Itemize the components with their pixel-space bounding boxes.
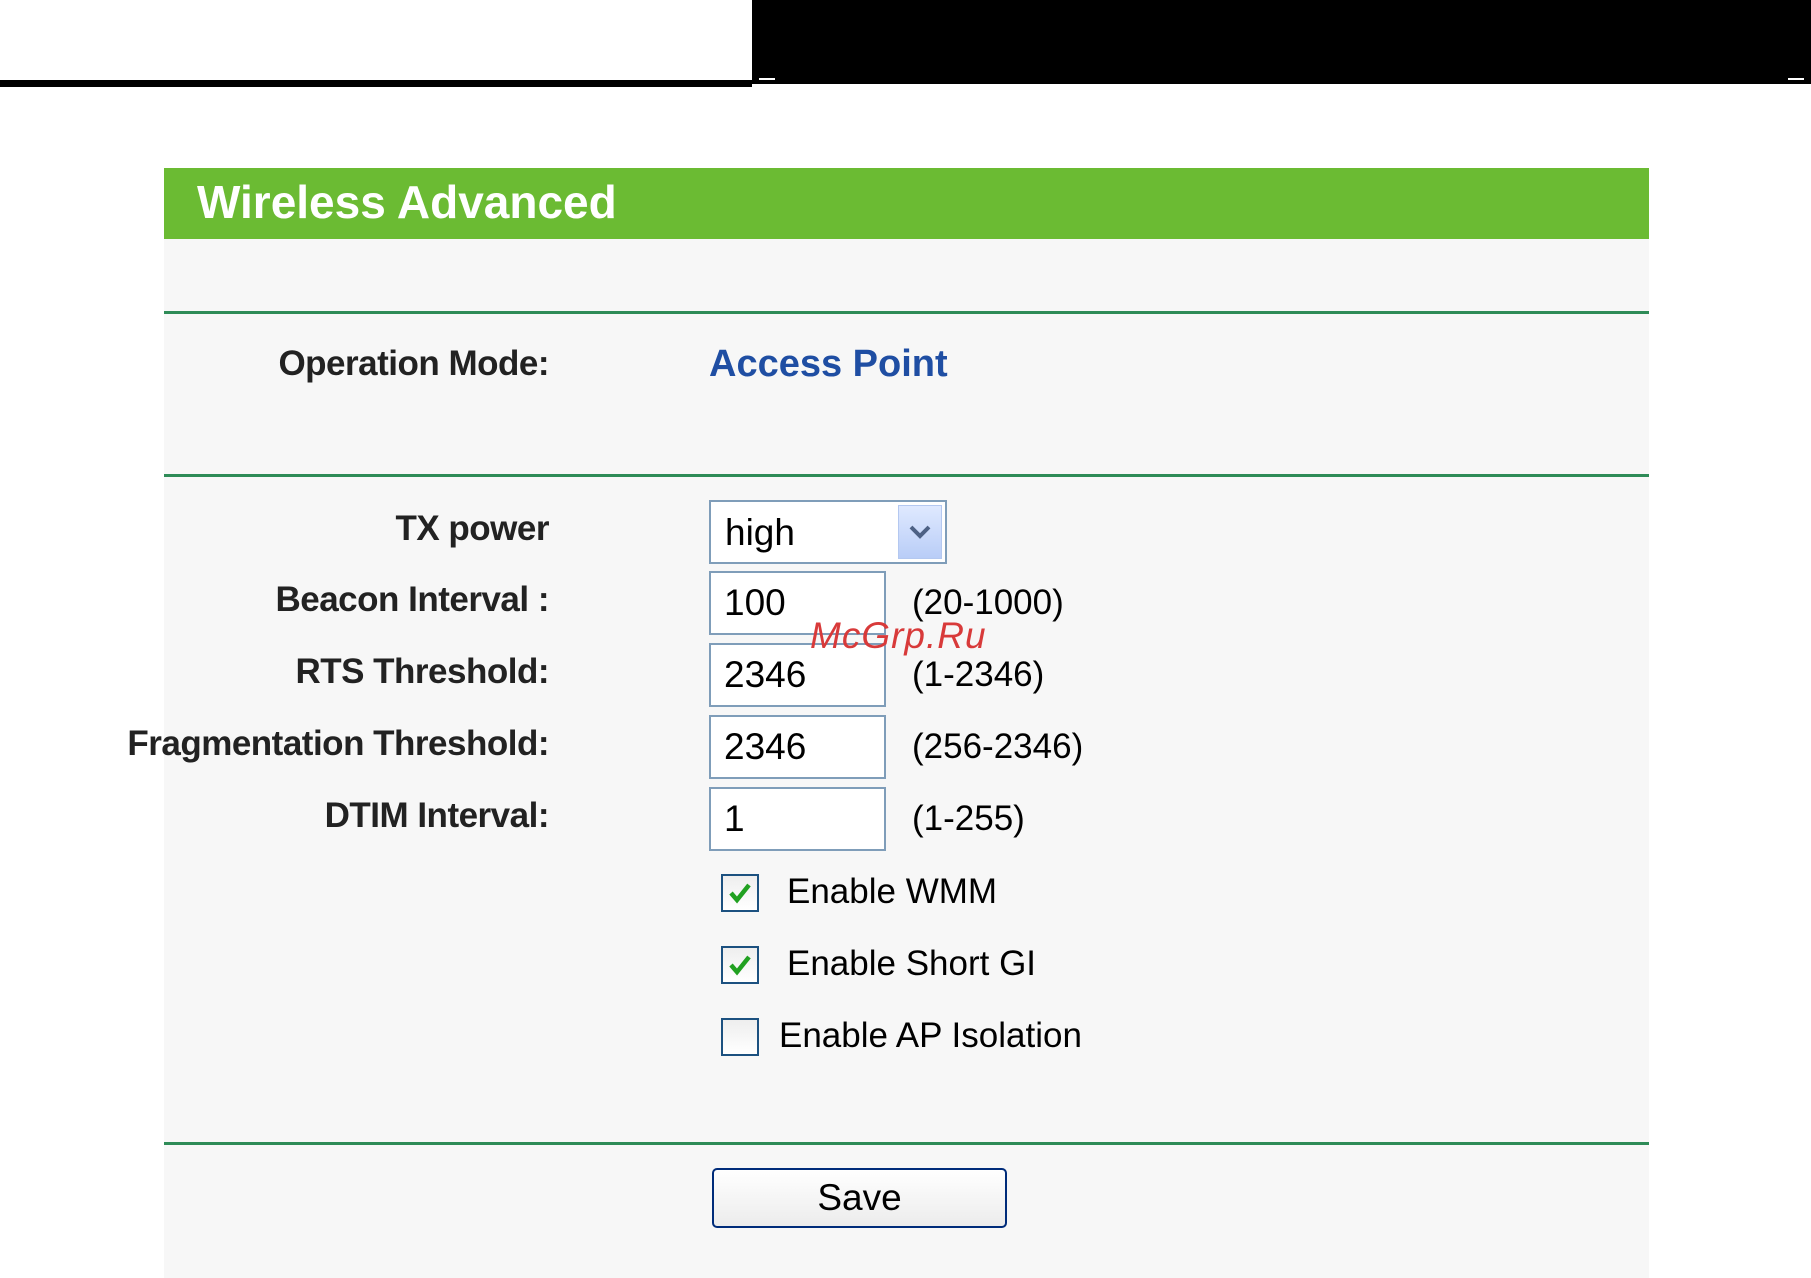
rts-threshold-range: (1-2346) — [912, 655, 1045, 694]
divider-middle — [164, 474, 1649, 477]
chevron-down-icon — [909, 525, 931, 539]
dtim-interval-input[interactable]: 1 — [709, 787, 886, 851]
page-title: Wireless Advanced — [164, 168, 1649, 239]
tx-power-select[interactable]: high — [709, 500, 947, 564]
enable-ap-isolation-checkbox[interactable] — [721, 1018, 759, 1056]
top-tick-left — [759, 78, 775, 80]
settings-panel: Wireless Advanced Operation Mode: Access… — [127, 168, 1649, 1278]
fragmentation-threshold-label: Fragmentation Threshold: — [127, 724, 549, 763]
top-black-bar — [752, 0, 1811, 84]
dtim-interval-label: DTIM Interval: — [324, 796, 550, 835]
watermark: McGrp.Ru — [810, 615, 987, 656]
checkmark-icon — [729, 883, 751, 904]
dtim-interval-range: (1-255) — [912, 799, 1025, 838]
operation-mode-label: Operation Mode: — [278, 344, 549, 383]
dropdown-button[interactable] — [898, 505, 942, 559]
beacon-interval-label: Beacon Interval : — [275, 580, 549, 619]
enable-short-gi-label[interactable]: Enable Short GI — [787, 944, 1036, 984]
enable-short-gi-checkbox[interactable] — [721, 946, 759, 984]
operation-mode-value: Access Point — [709, 343, 948, 385]
enable-wmm-checkbox[interactable] — [721, 874, 759, 912]
checkmark-icon — [729, 955, 751, 976]
save-button[interactable]: Save — [712, 1168, 1007, 1228]
fragmentation-threshold-range: (256-2346) — [912, 727, 1084, 766]
enable-ap-isolation-label[interactable]: Enable AP Isolation — [779, 1016, 1082, 1056]
tx-power-selected-value: high — [725, 512, 795, 553]
divider-bottom — [164, 1142, 1649, 1145]
top-rule — [0, 80, 752, 87]
enable-wmm-label[interactable]: Enable WMM — [787, 872, 997, 912]
rts-threshold-label: RTS Threshold: — [295, 652, 549, 691]
fragmentation-threshold-input[interactable]: 2346 — [709, 715, 886, 779]
tx-power-label: TX power — [395, 509, 549, 548]
divider-top — [164, 311, 1649, 314]
top-tick-right — [1788, 78, 1804, 80]
